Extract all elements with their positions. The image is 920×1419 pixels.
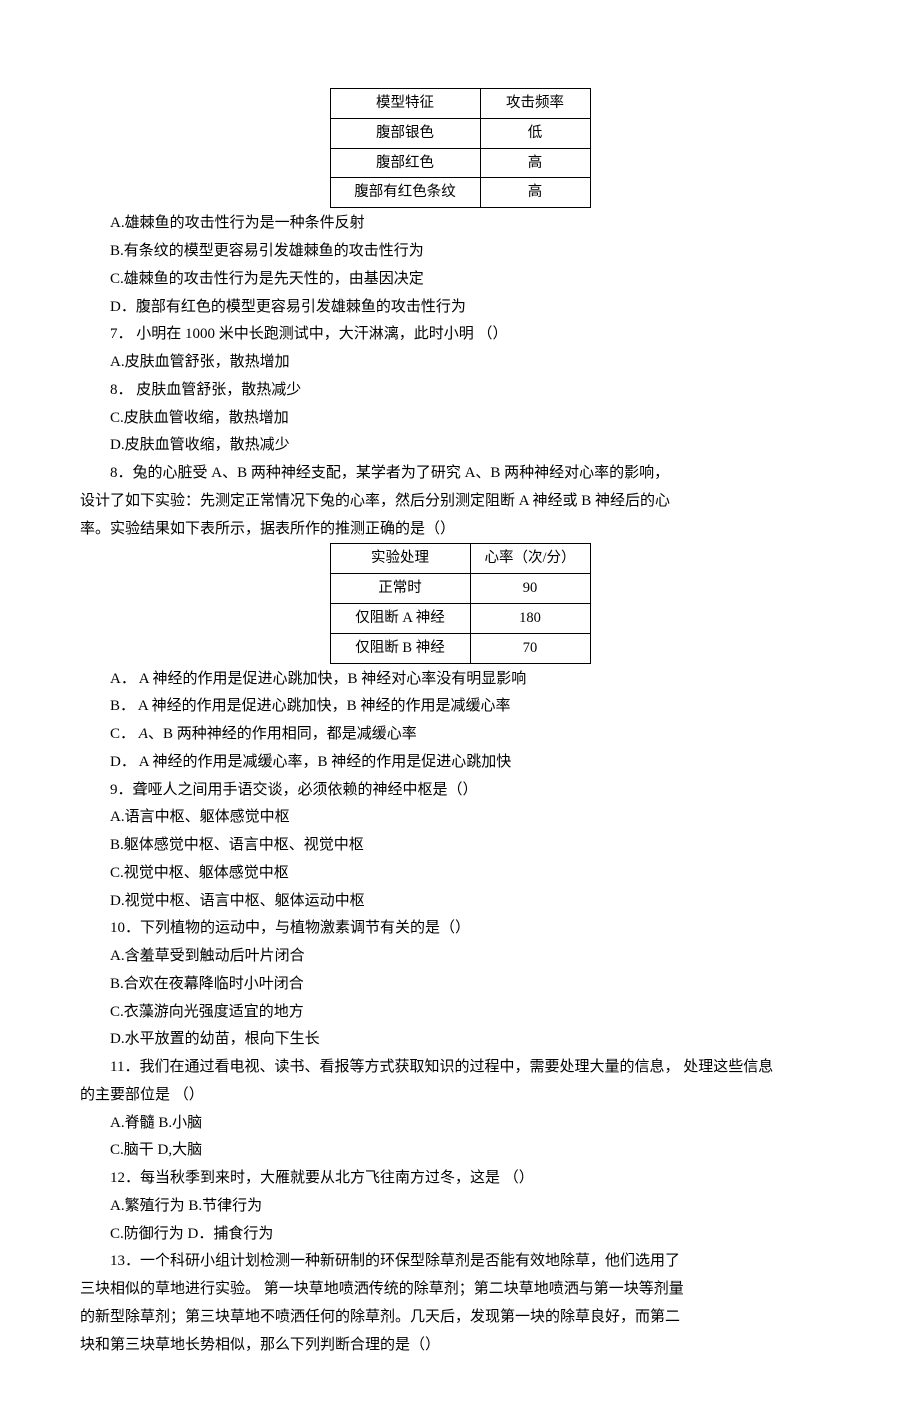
table-row: 仅阻断 A 神经 180 bbox=[330, 603, 590, 633]
q11-option-ab: A.脊髓 B.小脑 bbox=[80, 1110, 840, 1138]
table-cell: 仅阻断 B 神经 bbox=[330, 633, 470, 663]
table-header: 心率（次/分） bbox=[470, 544, 590, 574]
table-row: 模型特征 攻击频率 bbox=[330, 89, 590, 119]
q10-option-d: D.水平放置的幼苗，根向下生长 bbox=[80, 1026, 840, 1054]
q11-option-cd: C.脑干 D,大脑 bbox=[80, 1137, 840, 1165]
table-row: 腹部有红色条纹 高 bbox=[330, 178, 590, 208]
q8-option-c: C． A、B 两种神经的作用相同，都是减缓心率 bbox=[80, 721, 840, 749]
q6-option-a: A.雄棘鱼的攻击性行为是一种条件反射 bbox=[80, 210, 840, 238]
table-cell: 70 bbox=[470, 633, 590, 663]
q12-option-cd: C.防御行为 D．捕食行为 bbox=[80, 1221, 840, 1249]
q6-option-d: D．腹部有红色的模型更容易引发雄棘鱼的攻击性行为 bbox=[80, 294, 840, 322]
q8-c-em: A bbox=[139, 726, 148, 742]
q7-option-a: A.皮肤血管舒张，散热增加 bbox=[80, 349, 840, 377]
q9-option-b: B.躯体感觉中枢、语言中枢、视觉中枢 bbox=[80, 832, 840, 860]
table-cell: 90 bbox=[470, 574, 590, 604]
q13-stem-line1: 13．一个科研小组计划检测一种新研制的环保型除草剂是否能有效地除草，他们选用了 bbox=[80, 1248, 840, 1276]
q8-stem-line1: 8．兔的心脏受 A、B 两种神经支配，某学者为了研究 A、B 两种神经对心率的影… bbox=[80, 460, 840, 488]
q11-stem-line1: 11．我们在通过看电视、读书、看报等方式获取知识的过程中，需要处理大量的信息， … bbox=[80, 1054, 840, 1082]
table-cell: 180 bbox=[470, 603, 590, 633]
q8-c-post: 、B 两种神经的作用相同，都是减缓心率 bbox=[148, 726, 417, 742]
table-cell: 腹部红色 bbox=[330, 148, 480, 178]
table-header: 实验处理 bbox=[330, 544, 470, 574]
q13-stem-line2: 三块相似的草地进行实验。 第一块草地喷洒传统的除草剂；第二块草地喷洒与第一块等剂… bbox=[80, 1276, 840, 1304]
table-stickleback: 模型特征 攻击频率 腹部银色 低 腹部红色 高 腹部有红色条纹 高 bbox=[330, 88, 591, 208]
q7-option-d: D.皮肤血管收缩，散热减少 bbox=[80, 432, 840, 460]
q7-stem: 7． 小明在 1000 米中长跑测试中，大汗淋漓，此时小明 （） bbox=[80, 321, 840, 349]
q10-option-a: A.含羞草受到触动后叶片闭合 bbox=[80, 943, 840, 971]
table-row: 正常时 90 bbox=[330, 574, 590, 604]
q7-option-c: C.皮肤血管收缩，散热增加 bbox=[80, 405, 840, 433]
table-cell: 高 bbox=[480, 178, 590, 208]
q11-stem-line2: 的主要部位是 （） bbox=[80, 1082, 840, 1110]
table-cell: 低 bbox=[480, 118, 590, 148]
q13-stem-line4: 块和第三块草地长势相似，那么下列判断合理的是（） bbox=[80, 1332, 840, 1360]
q12-option-ab: A.繁殖行为 B.节律行为 bbox=[80, 1193, 840, 1221]
q6-option-c: C.雄棘鱼的攻击性行为是先天性的，由基因决定 bbox=[80, 266, 840, 294]
q6-option-b: B.有条纹的模型更容易引发雄棘鱼的攻击性行为 bbox=[80, 238, 840, 266]
q9-stem: 9．聋哑人之间用手语交谈，必须依赖的神经中枢是（） bbox=[80, 777, 840, 805]
table-cell: 腹部银色 bbox=[330, 118, 480, 148]
q9-option-a: A.语言中枢、躯体感觉中枢 bbox=[80, 804, 840, 832]
table-cell: 腹部有红色条纹 bbox=[330, 178, 480, 208]
q10-option-c: C.衣藻游向光强度适宜的地方 bbox=[80, 999, 840, 1027]
q12-stem: 12．每当秋季到来时，大雁就要从北方飞往南方过冬，这是 （） bbox=[80, 1165, 840, 1193]
q10-stem: 10．下列植物的运动中，与植物激素调节有关的是（） bbox=[80, 915, 840, 943]
q7-option-b: 8． 皮肤血管舒张，散热减少 bbox=[80, 377, 840, 405]
table-heart-rate: 实验处理 心率（次/分） 正常时 90 仅阻断 A 神经 180 仅阻断 B 神… bbox=[330, 543, 591, 663]
q9-option-d: D.视觉中枢、语言中枢、躯体运动中枢 bbox=[80, 888, 840, 916]
q8-stem-line3: 率。实验结果如下表所示，据表所作的推测正确的是（） bbox=[80, 516, 840, 544]
table-row: 仅阻断 B 神经 70 bbox=[330, 633, 590, 663]
table-row: 实验处理 心率（次/分） bbox=[330, 544, 590, 574]
q8-c-pre: C． bbox=[110, 726, 139, 742]
q8-stem-line2: 设计了如下实验：先测定正常情况下兔的心率，然后分别测定阻断 A 神经或 B 神经… bbox=[80, 488, 840, 516]
q10-option-b: B.合欢在夜幕降临时小叶闭合 bbox=[80, 971, 840, 999]
table-cell: 正常时 bbox=[330, 574, 470, 604]
q8-option-a: A． A 神经的作用是促进心跳加快，B 神经对心率没有明显影响 bbox=[80, 666, 840, 694]
table-header: 攻击频率 bbox=[480, 89, 590, 119]
table-header: 模型特征 bbox=[330, 89, 480, 119]
q8-option-b: B． A 神经的作用是促进心跳加快，B 神经的作用是减缓心率 bbox=[80, 693, 840, 721]
table-row: 腹部红色 高 bbox=[330, 148, 590, 178]
q9-option-c: C.视觉中枢、躯体感觉中枢 bbox=[80, 860, 840, 888]
q13-stem-line3: 的新型除草剂；第三块草地不喷洒任何的除草剂。几天后，发现第一块的除草良好，而第二 bbox=[80, 1304, 840, 1332]
table-row: 腹部银色 低 bbox=[330, 118, 590, 148]
table-cell: 仅阻断 A 神经 bbox=[330, 603, 470, 633]
q8-option-d: D． A 神经的作用是减缓心率，B 神经的作用是促进心跳加快 bbox=[80, 749, 840, 777]
table-cell: 高 bbox=[480, 148, 590, 178]
